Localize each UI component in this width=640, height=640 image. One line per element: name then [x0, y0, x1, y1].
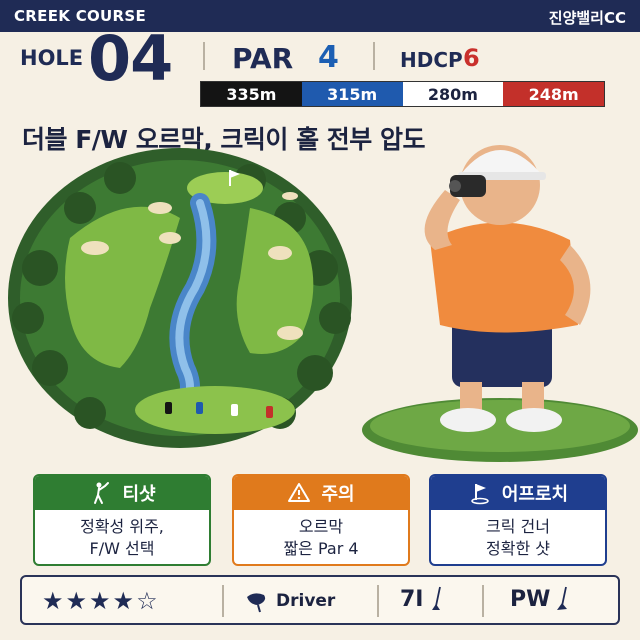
caution-title: 주의: [321, 484, 355, 505]
tee-blue-distance: 315m: [301, 82, 403, 106]
wedge-icon: [557, 586, 568, 610]
tee-shot-card: 티샷 정확성 위주, F/W 선택: [33, 474, 211, 566]
approach-line-2: 정확한 샷: [486, 539, 550, 558]
tee-shot-title: 티샷: [122, 484, 156, 505]
tee-black-distance: 335m: [201, 82, 302, 106]
club-7-iron-label: 7I: [400, 586, 424, 612]
club-driver-label: Driver: [276, 591, 336, 611]
divider: [222, 585, 224, 617]
hdcp-label: HDCP: [400, 48, 463, 72]
tee-white-distance: 280m: [402, 82, 504, 106]
bottom-info-bar: ★★★★☆ Driver 7I PW: [20, 575, 620, 625]
club-pw: PW: [510, 586, 570, 612]
caution-line-2: 짧은 Par 4: [283, 539, 359, 558]
tee-shot-line-1: 정확성 위주,: [80, 517, 164, 536]
warning-icon: [288, 483, 311, 502]
tee-shot-line-2: F/W 선택: [89, 539, 155, 558]
divider: [203, 42, 205, 70]
caution-line-1: 오르막: [298, 517, 344, 536]
hole-number: 04: [88, 22, 173, 95]
iron-icon: [431, 586, 441, 610]
club-7-iron: 7I: [400, 586, 444, 612]
golfer-icon: [94, 482, 110, 504]
par-label: PAR: [232, 42, 294, 75]
approach-line-1: 크릭 건너: [486, 517, 550, 536]
divider: [482, 585, 484, 617]
flag-icon: [471, 484, 489, 505]
hole-map-illustration: [8, 148, 352, 448]
par-value: 4: [318, 40, 339, 75]
divider: [373, 42, 375, 70]
hdcp-value: 6: [463, 44, 480, 72]
approach-title: 어프로치: [501, 484, 569, 505]
club-name: 진양밸리CC: [548, 9, 626, 27]
driver-icon: [247, 593, 266, 613]
tee-distance-bar: 335m 315m 280m 248m: [200, 81, 605, 107]
hole-label: HOLE: [20, 46, 84, 70]
caution-card: 주의 오르막 짧은 Par 4: [232, 474, 410, 566]
approach-card: 어프로치 크릭 건너 정확한 샷: [429, 474, 607, 566]
difficulty-rating: ★★★★☆: [42, 587, 160, 615]
golfer-with-rangefinder-illustration: [362, 145, 638, 462]
divider: [377, 585, 379, 617]
tee-red-distance: 248m: [503, 82, 604, 106]
club-driver: Driver: [244, 589, 335, 613]
club-pw-label: PW: [510, 586, 551, 612]
